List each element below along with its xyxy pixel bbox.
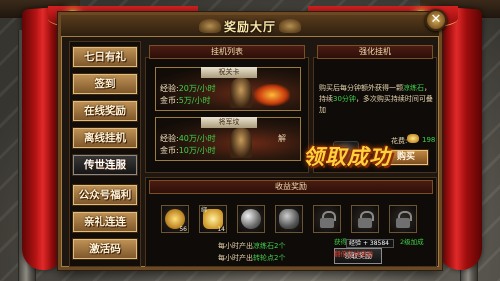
exp-label: 经验: <box>160 134 179 143</box>
hourly-item: 转轮点2个 <box>253 254 286 262</box>
exp-rate-line: 经验:40万/小时 <box>160 133 216 144</box>
lock-icon <box>393 209 413 229</box>
lock-icon <box>355 209 375 229</box>
gold-label: 金币: <box>160 146 179 155</box>
reward-slot-locked <box>389 205 417 233</box>
gold-value: 5万/小时 <box>178 96 211 105</box>
status-row-1: 获得 经验 + 38584 2级加成 <box>334 236 444 248</box>
exp-display: 经验 + 38584 <box>346 239 394 248</box>
reward-slot-stone[interactable] <box>275 205 303 233</box>
exp-value: 20万/小时 <box>178 84 216 93</box>
sidebar-item-activation-code[interactable]: 激活码 <box>72 238 138 260</box>
reward-slot-gold[interactable]: 绑 14 <box>199 205 227 233</box>
map-name-banner: 将军坟 <box>201 117 257 128</box>
hourly-prefix: 每小时产出 <box>218 242 253 250</box>
gold-label: 金币: <box>160 96 179 105</box>
stone-icon <box>279 209 299 229</box>
hourly-prefix: 每小时产出 <box>218 254 253 262</box>
status-bar: 获得 经验 + 38584 2级加成 翻倍在线奖励 <box>334 236 444 258</box>
title-bar: 奖励大厅 ✕ <box>61 9 447 37</box>
item-count: 56 <box>179 226 187 233</box>
cost-label: 花费: <box>391 137 408 145</box>
reward-slot-pearl[interactable] <box>237 205 265 233</box>
hourly-item: 凉练石2个 <box>253 242 286 250</box>
desc-item: 凉练石 <box>403 84 424 92</box>
exp-rate-line: 经验:20万/小时 <box>160 83 216 94</box>
hourly-output-line: 每小时产出转轮点2个 <box>218 253 285 263</box>
claim-success-popup: 领取成功 <box>303 144 391 169</box>
desc-duration: 30分钟 <box>333 95 356 103</box>
sidebar-item-gift-series[interactable]: 亲礼连连 <box>72 211 138 233</box>
bound-tag: 绑 <box>201 207 208 214</box>
afk-map-card-2[interactable]: 将军坟 经验:40万/小时 金币:10万/小时 解 <box>155 117 301 161</box>
sidebar-item-wechat-welfare[interactable]: 公众号福利 <box>72 184 138 206</box>
afk-list-header: 挂机列表 <box>149 45 305 59</box>
reward-hall-window: 奖励大厅 ✕ 七日有礼 签到 在线奖励 离线挂机 传世连服 公众号福利 亲礼连连… <box>58 9 447 270</box>
map-figure-icon <box>230 78 252 108</box>
red-curtain-right <box>436 6 482 272</box>
unlock-tag: 解 <box>278 134 286 143</box>
sidebar-item-seven-day-gift[interactable]: 七日有礼 <box>72 46 138 68</box>
exp-label: 经验 <box>349 240 362 247</box>
level-bonus: 2级加成 <box>400 238 424 246</box>
fire-effect-icon <box>254 84 290 106</box>
reward-slot-locked <box>313 205 341 233</box>
close-button[interactable]: ✕ <box>425 9 447 31</box>
sidebar: 七日有礼 签到 在线奖励 离线挂机 传世连服 公众号福利 亲礼连连 激活码 <box>69 41 141 267</box>
gold-value: 10万/小时 <box>178 146 216 155</box>
desc-prefix: 购买后每分钟额外获得一颗 <box>319 84 403 92</box>
double-online-reward-text: 翻倍在线奖励 <box>334 250 373 258</box>
afk-map-card-1[interactable]: 祝关卡 经验:20万/小时 金币:5万/小时 <box>155 67 301 111</box>
gold-rate-line: 金币:5万/小时 <box>160 95 211 106</box>
sidebar-item-sign-in[interactable]: 签到 <box>72 73 138 95</box>
map-figure-icon <box>230 128 252 158</box>
lock-icon <box>317 209 337 229</box>
gold-rate-line: 金币:10万/小时 <box>160 145 216 156</box>
reward-slot-locked <box>351 205 379 233</box>
cost-value: 198 <box>422 136 436 144</box>
window-title: 奖励大厅 <box>223 20 276 34</box>
exp-gain-value: + 38584 <box>362 240 389 247</box>
strengthen-header: 强化挂机 <box>317 45 433 59</box>
sidebar-item-online-reward[interactable]: 在线奖励 <box>72 100 138 122</box>
pearl-icon <box>241 209 261 229</box>
exp-label: 经验: <box>160 84 179 93</box>
sidebar-item-offline-afk[interactable]: 离线挂机 <box>72 127 138 149</box>
item-count: 14 <box>217 226 225 233</box>
hourly-output-line: 每小时产出凉练石2个 <box>218 241 285 251</box>
rewards-header: 收益奖励 <box>149 180 433 194</box>
gold-ingot-icon <box>407 134 419 143</box>
reward-slot-coin[interactable]: 56 <box>161 205 189 233</box>
exp-value: 40万/小时 <box>178 134 216 143</box>
sidebar-item-server-link[interactable]: 传世连服 <box>72 154 138 176</box>
map-name-banner: 祝关卡 <box>201 67 257 78</box>
strengthen-description: 购买后每分钟额外获得一颗凉练石，持续30分钟，多次购买持续时间可叠加 <box>319 83 435 116</box>
